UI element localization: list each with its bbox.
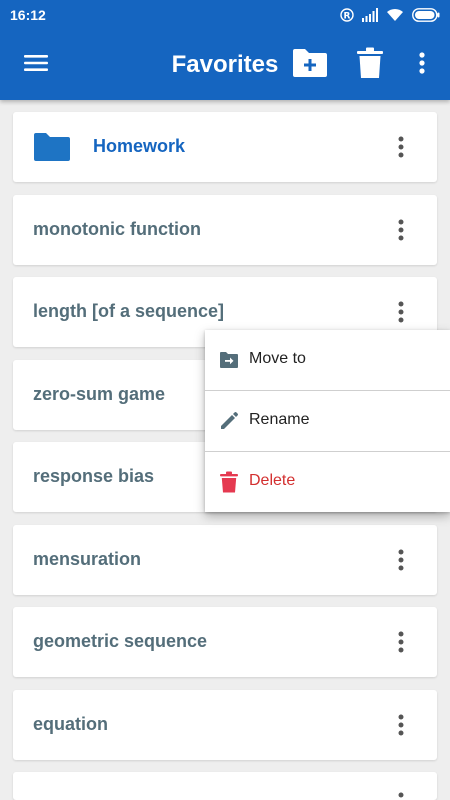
status-time: 16:12 [10, 7, 46, 23]
list-item-label: monotonic function [33, 219, 201, 239]
item-context-menu: Move to Rename Delete [205, 330, 450, 512]
list-item[interactable] [13, 772, 437, 800]
more-vert-icon[interactable] [389, 627, 413, 657]
menu-item-rename[interactable]: Rename [205, 391, 450, 451]
menu-item-label: Move to [249, 350, 306, 367]
list-item[interactable]: monotonic function [13, 195, 437, 265]
new-folder-button[interactable] [288, 43, 332, 87]
more-vert-icon[interactable] [389, 792, 413, 800]
list-item-label: zero-sum game [33, 384, 166, 404]
folder-icon [33, 132, 71, 167]
list-item-label: length [of a sequence] [33, 301, 225, 321]
list-item-label: mensuration [33, 549, 142, 569]
status-bar: 16:12 R [0, 0, 450, 30]
status-icons: R [340, 6, 440, 24]
trash-icon [217, 470, 241, 494]
list-item[interactable]: equation [13, 690, 437, 760]
list-item-label: response bias [33, 466, 155, 486]
registered-icon: R [340, 8, 354, 22]
more-vert-icon[interactable] [389, 215, 413, 245]
menu-item-label: Delete [249, 472, 296, 489]
more-vert-icon[interactable] [389, 710, 413, 740]
delete-button[interactable] [350, 43, 390, 87]
move-to-icon [217, 348, 241, 372]
app-bar: Favorites [0, 30, 450, 100]
folder-item-homework[interactable]: Homework [13, 112, 437, 182]
list-item-label: Homework [93, 136, 186, 156]
list-item[interactable]: geometric sequence [13, 607, 437, 677]
menu-item-label: Rename [249, 411, 310, 428]
menu-item-move-to[interactable]: Move to [205, 330, 450, 390]
more-vert-icon [419, 51, 425, 79]
list-item-label: equation [33, 714, 108, 734]
list-item-label: geometric sequence [33, 631, 208, 651]
svg-text:R: R [344, 12, 351, 22]
signal-icon [362, 8, 378, 22]
battery-icon [412, 8, 440, 22]
pencil-icon [217, 409, 241, 433]
overflow-menu-button[interactable] [406, 43, 438, 87]
more-vert-icon[interactable] [389, 132, 413, 162]
menu-item-delete[interactable]: Delete [205, 452, 450, 512]
list-item[interactable]: mensuration [13, 525, 437, 595]
app-header: 16:12 R Favorites [0, 0, 450, 100]
new-folder-icon [291, 48, 329, 83]
wifi-icon [386, 8, 404, 22]
more-vert-icon[interactable] [389, 297, 413, 327]
more-vert-icon[interactable] [389, 545, 413, 575]
trash-icon [357, 47, 383, 84]
